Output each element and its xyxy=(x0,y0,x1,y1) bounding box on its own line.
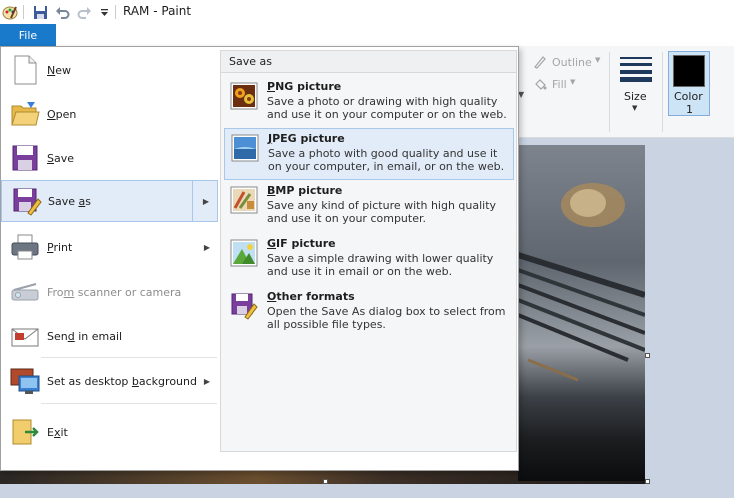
menu-item-label: New xyxy=(47,63,71,77)
save-as-option-description: Save a photo or drawing with high qualit… xyxy=(267,95,507,121)
submenu-arrow-icon[interactable]: ▶ xyxy=(204,243,210,252)
exit-icon xyxy=(9,416,41,448)
save-as-png[interactable]: PNG picture Save a photo or drawing with… xyxy=(224,77,514,129)
fill-icon xyxy=(533,77,547,94)
title-bar: RAM - Paint xyxy=(0,0,734,24)
file-tab[interactable]: File xyxy=(0,24,56,46)
bmp-picture-icon xyxy=(230,186,258,214)
title-divider xyxy=(115,5,116,19)
email-icon xyxy=(9,320,41,352)
resize-handle-corner[interactable] xyxy=(645,479,650,484)
menu-item-label: Exit xyxy=(47,425,68,439)
submenu-arrow-icon[interactable]: ▶ xyxy=(203,197,209,206)
menu-item-label: Set as desktop background xyxy=(47,374,197,388)
menu-item-save[interactable]: Save xyxy=(1,137,218,179)
save-as-jpeg[interactable]: JPEG picture Save a photo with good qual… xyxy=(224,128,514,180)
menu-item-send-email[interactable]: Send in email xyxy=(1,315,218,357)
save-as-submenu: Save as PNG picture Save a photo or draw… xyxy=(220,50,517,452)
save-as-bmp[interactable]: BMP picture Save any kind of picture wit… xyxy=(224,181,514,233)
submenu-split-divider xyxy=(192,181,193,221)
save-as-gif[interactable]: GIF picture Save a simple drawing with l… xyxy=(224,234,514,286)
outline-icon xyxy=(533,55,547,72)
menu-item-save-as[interactable]: Save as ▶ xyxy=(1,180,218,222)
file-menu: New Open Save Save as ▶ Print ▶ From sca… xyxy=(0,46,519,471)
save-as-option-title: JPEG picture xyxy=(268,132,345,145)
menu-item-print[interactable]: Print ▶ xyxy=(1,226,218,268)
save-as-option-description: Save a simple drawing with lower quality… xyxy=(267,252,494,278)
open-folder-icon xyxy=(9,98,41,130)
ribbon-divider xyxy=(609,52,610,132)
save-as-option-description: Save a photo with good quality and use i… xyxy=(268,147,505,173)
size-dropdown-icon: ▼ xyxy=(632,104,638,112)
png-picture-icon xyxy=(230,82,258,110)
menu-item-label: Open xyxy=(47,107,77,121)
save-as-option-title: Other formats xyxy=(267,290,355,303)
menu-item-set-desktop-background[interactable]: Set as desktop background ▶ xyxy=(1,360,218,402)
save-disk-icon xyxy=(9,142,41,174)
size-label: Size xyxy=(624,90,647,103)
menu-item-label: From scanner or camera xyxy=(47,285,182,299)
save-as-other-formats[interactable]: Other formats Open the Save As dialog bo… xyxy=(224,287,514,339)
menu-item-from-scanner: From scanner or camera xyxy=(1,271,218,313)
ram-photo-illustration xyxy=(518,145,645,481)
canvas-image[interactable] xyxy=(518,145,645,481)
color1-number: 1 xyxy=(686,103,693,116)
save-as-option-description: Save any kind of picture with high quali… xyxy=(267,199,497,225)
menu-item-label: Save xyxy=(47,151,75,165)
color1-button[interactable]: Color 1 xyxy=(668,51,710,116)
undo-icon[interactable] xyxy=(54,4,70,20)
save-as-option-description: Open the Save As dialog box to select fr… xyxy=(267,305,506,331)
ribbon-divider xyxy=(662,52,663,132)
color1-swatch xyxy=(673,55,705,87)
ribbon-tab-strip xyxy=(0,24,734,46)
file-menu-commands: New Open Save Save as ▶ Print ▶ From sca… xyxy=(1,47,219,470)
redo-icon[interactable] xyxy=(76,4,92,20)
other-formats-icon xyxy=(230,292,258,320)
new-document-icon xyxy=(9,54,41,86)
save-quick-icon[interactable] xyxy=(32,4,48,20)
window-title: RAM - Paint xyxy=(123,4,192,18)
menu-item-label: Save as xyxy=(48,194,91,208)
scanner-icon xyxy=(9,276,41,308)
title-divider xyxy=(23,5,24,19)
menu-item-new[interactable]: New xyxy=(1,49,218,91)
menu-item-label: Send in email xyxy=(47,329,123,343)
menu-separator xyxy=(41,357,217,358)
paint-logo-icon[interactable] xyxy=(2,4,18,20)
outline-dropdown-icon[interactable]: ▼ xyxy=(595,56,600,64)
size-button[interactable]: Size ▼ xyxy=(616,54,656,114)
menu-item-open[interactable]: Open xyxy=(1,93,218,135)
save-as-icon xyxy=(10,185,42,217)
menu-item-label: Print xyxy=(47,240,73,254)
submenu-arrow-icon[interactable]: ▶ xyxy=(204,377,210,386)
resize-handle-right[interactable] xyxy=(645,353,650,358)
save-as-option-title: BMP picture xyxy=(267,184,343,197)
save-as-option-title: GIF picture xyxy=(267,237,336,250)
save-as-header: Save as xyxy=(221,51,516,73)
jpeg-picture-icon xyxy=(231,134,259,162)
gif-picture-icon xyxy=(230,239,258,267)
printer-icon xyxy=(9,231,41,263)
color1-label: Color xyxy=(674,90,703,103)
fill-label[interactable]: Fill xyxy=(552,78,567,91)
fill-dropdown-icon[interactable]: ▼ xyxy=(570,78,575,86)
line-size-icon xyxy=(620,56,652,85)
resize-handle-bottom[interactable] xyxy=(323,479,328,484)
outline-label[interactable]: Outline xyxy=(552,56,592,69)
menu-separator xyxy=(41,403,217,404)
desktop-background-icon xyxy=(9,365,41,397)
customize-toolbar-icon[interactable] xyxy=(98,4,110,20)
save-as-option-title: PNG picture xyxy=(267,80,342,93)
menu-item-exit[interactable]: Exit xyxy=(1,411,218,453)
